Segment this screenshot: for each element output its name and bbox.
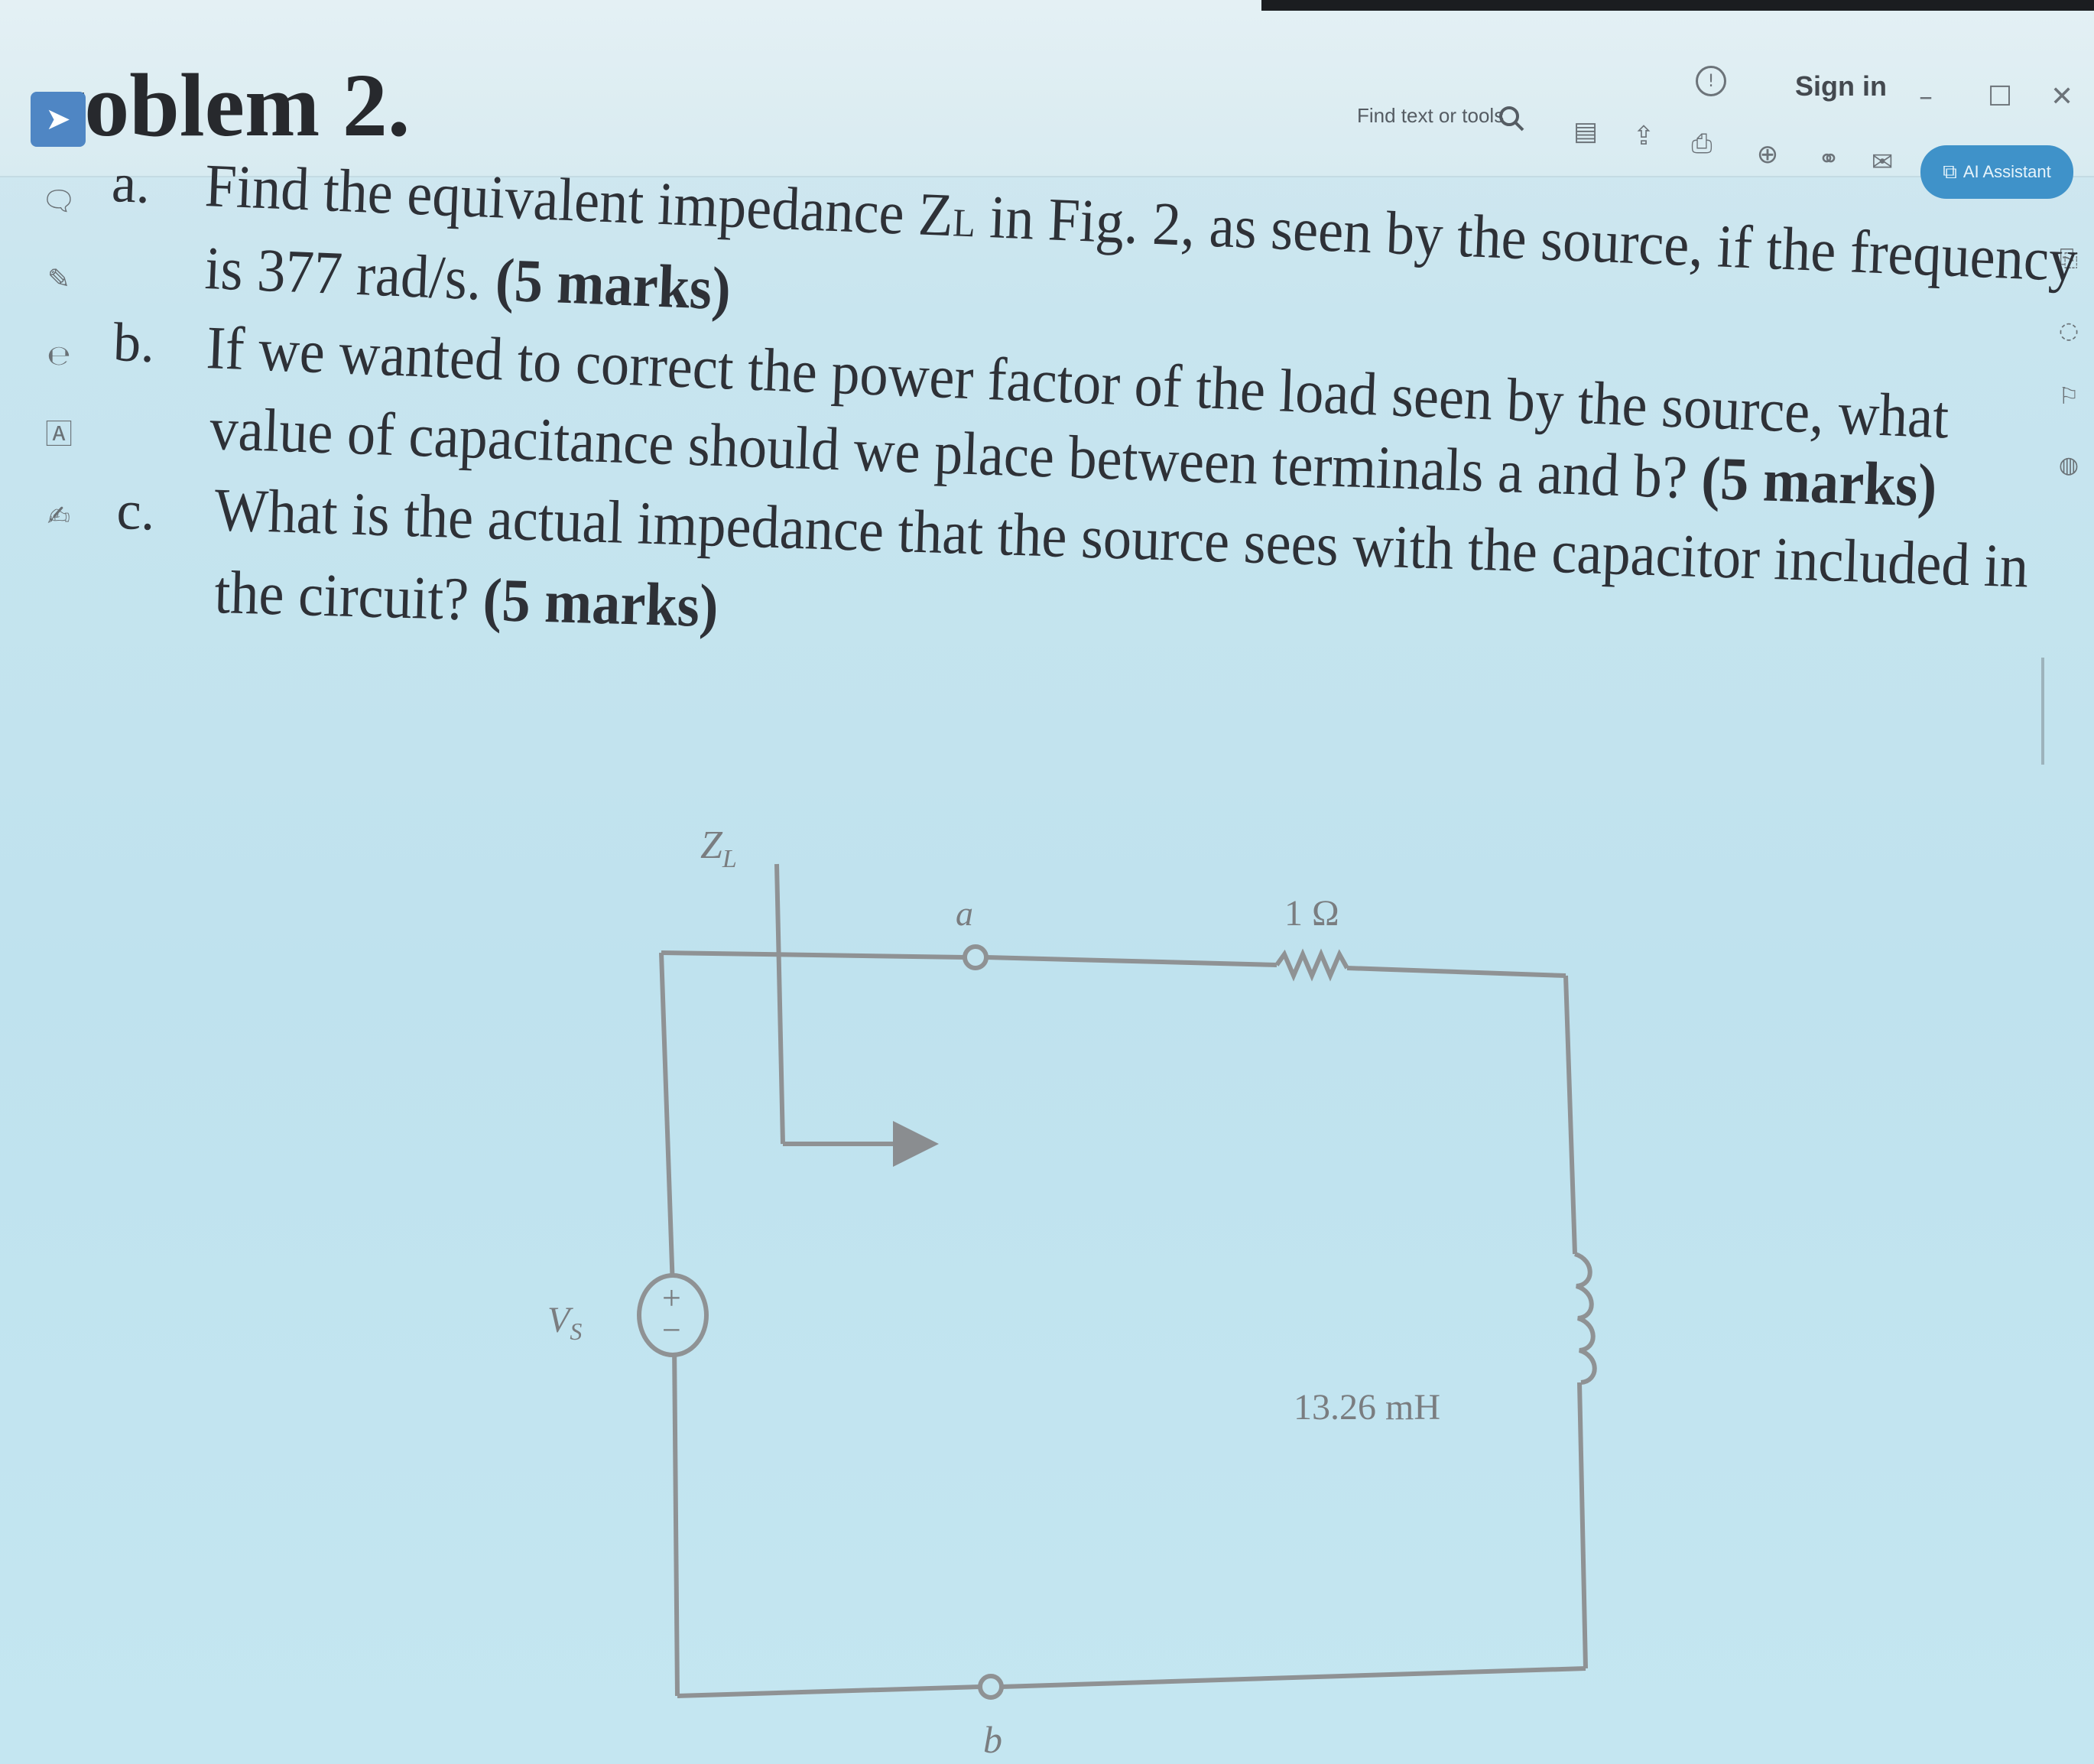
source-minus-sign: −: [662, 1311, 681, 1349]
terminal-a-node: [963, 944, 989, 970]
right-wire-lower: [1577, 1382, 1588, 1669]
inductor-label: 13.26 mH: [1294, 1387, 1440, 1428]
top-wire-right: [1346, 966, 1566, 978]
right-wire: [1563, 975, 1577, 1255]
inductor-coils: [1573, 1252, 1597, 1385]
zl-label: ZL: [700, 824, 737, 873]
zl-indicator-vertical: [774, 863, 785, 1145]
terminal-a-label: a: [956, 894, 973, 933]
top-wire: [661, 950, 966, 960]
zl-label-main: Z: [700, 824, 723, 867]
terminal-b-node: [978, 1674, 1004, 1700]
source-label: VS: [547, 1300, 582, 1345]
top-wire-mid: [985, 955, 1278, 967]
bottom-wire: [677, 1684, 981, 1698]
circuit-diagram: + − VS ZL a b 1 Ω 13.26 mH: [547, 824, 1597, 1761]
left-wire-lower: [672, 1341, 680, 1697]
left-wire: [659, 952, 675, 1289]
bottom-wire-right: [1001, 1666, 1586, 1689]
resistor-zigzag: [1274, 948, 1349, 982]
resistor-label: 1 Ω: [1284, 893, 1339, 934]
zl-label-sub: L: [722, 845, 737, 873]
source-label-sub: S: [570, 1317, 582, 1345]
terminal-b-label: b: [983, 1718, 1002, 1761]
